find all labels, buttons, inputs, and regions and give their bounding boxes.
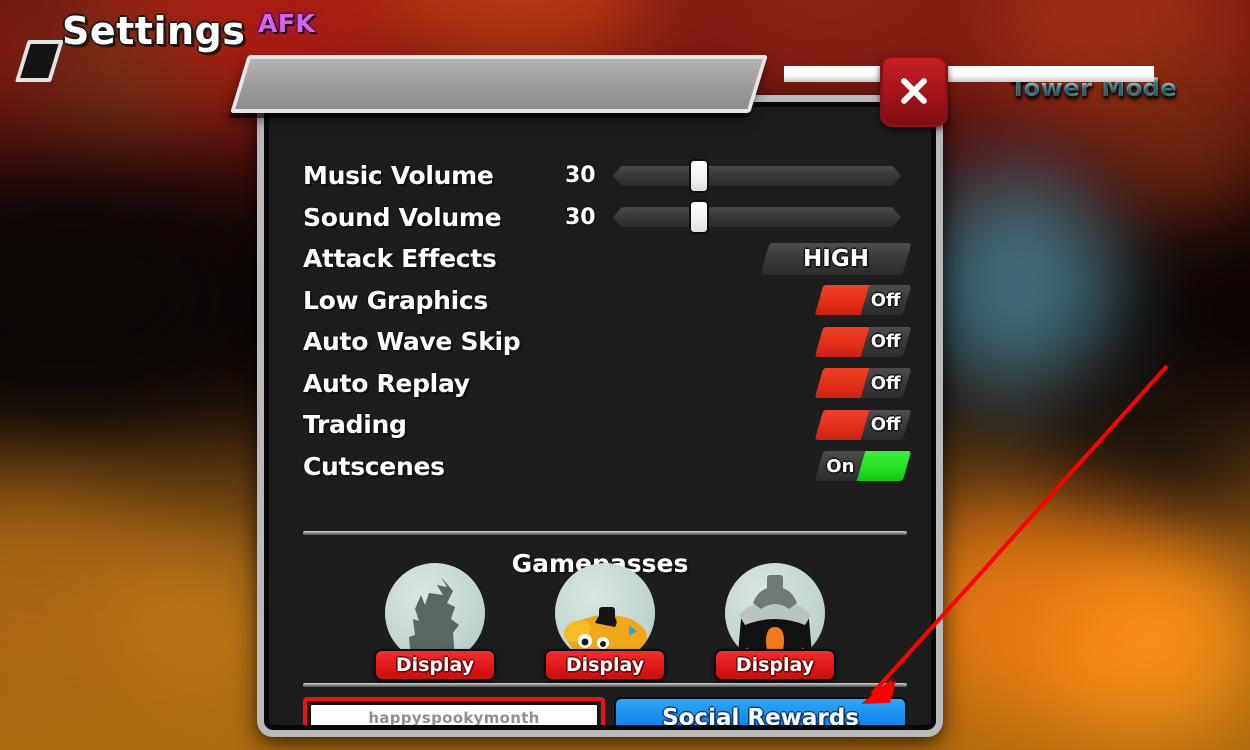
code-input-placeholder: happyspookymonth: [368, 709, 540, 727]
toggle-fill: [814, 285, 870, 316]
window-title-banner: [230, 55, 768, 113]
sound-volume-value: 30: [565, 204, 596, 230]
setting-label: Sound Volume: [303, 202, 502, 232]
section-divider-top: [303, 531, 907, 535]
gamepass-display-button[interactable]: Display: [714, 649, 836, 681]
setting-row-sound-volume: Sound Volume 30: [303, 197, 907, 239]
slider-knob[interactable]: [689, 158, 709, 193]
setting-row-auto-wave-skip: Auto Wave Skip Off: [303, 321, 912, 363]
setting-label: Cutscenes: [303, 451, 445, 481]
auto-replay-toggle[interactable]: Off: [814, 368, 912, 399]
setting-row-low-graphics: Low Graphics Off: [303, 280, 912, 322]
toggle-state-label: Off: [870, 289, 901, 311]
slider-track: [613, 165, 901, 186]
title-white-strip: [784, 66, 1154, 82]
toggle-fill: [814, 368, 870, 399]
settings-window: Music Volume 30 Sound Volume 30 Attack E…: [257, 66, 1154, 737]
setting-row-music-volume: Music Volume 30: [303, 155, 907, 197]
code-input-highlight: happyspookymonth: [303, 697, 605, 727]
section-divider-bottom: [303, 683, 907, 687]
setting-label: Auto Replay: [303, 368, 470, 398]
social-rewards-label: Social Rewards: [662, 705, 859, 730]
setting-label: Auto Wave Skip: [303, 327, 521, 357]
trading-toggle[interactable]: Off: [814, 409, 912, 440]
code-input[interactable]: happyspookymonth: [309, 703, 599, 727]
afk-status-label: AFK: [258, 9, 316, 38]
gamepass-button-label: Display: [565, 654, 645, 676]
setting-row-auto-replay: Auto Replay Off: [303, 363, 912, 405]
setting-label: Trading: [303, 410, 407, 440]
gamepass-item: Display: [374, 563, 496, 681]
gamepass-item: Display: [714, 563, 836, 681]
social-rewards-button[interactable]: Social Rewards: [614, 697, 907, 730]
shadow-figure-icon: [385, 563, 485, 663]
close-button[interactable]: [880, 55, 948, 127]
toggle-fill: [814, 409, 870, 440]
toggle-state-label: Off: [870, 331, 901, 353]
setting-label: Music Volume: [303, 161, 494, 191]
auto-wave-skip-toggle[interactable]: Off: [814, 326, 912, 357]
gamepass-button-label: Display: [735, 654, 815, 676]
bottom-action-bar: happyspookymonth Social Rewards: [303, 697, 907, 730]
gamepass-display-button[interactable]: Display: [544, 649, 666, 681]
toggle-fill: [856, 451, 912, 482]
sound-volume-slider[interactable]: [613, 200, 901, 235]
setting-row-cutscenes: Cutscenes On: [303, 446, 912, 488]
page-title: Settings: [62, 9, 246, 53]
close-x-icon: [901, 78, 927, 104]
music-volume-slider[interactable]: [613, 158, 901, 193]
dark-crown-creature-icon: [725, 563, 825, 663]
gamepass-button-label: Display: [395, 654, 475, 676]
settings-rows-list: Music Volume 30 Sound Volume 30 Attack E…: [303, 155, 912, 488]
gamepass-display-button[interactable]: Display: [374, 649, 496, 681]
toggle-state-label: Off: [870, 372, 901, 394]
toggle-state-label: Off: [870, 414, 901, 436]
setting-row-attack-effects: Attack Effects HIGH: [303, 238, 912, 280]
setting-label: Attack Effects: [303, 244, 497, 274]
slider-knob[interactable]: [689, 200, 709, 235]
cutscenes-toggle[interactable]: On: [814, 451, 912, 482]
settings-window-inner: Music Volume 30 Sound Volume 30 Attack E…: [264, 102, 936, 730]
yellow-creature-icon: [555, 563, 655, 663]
low-graphics-toggle[interactable]: Off: [814, 285, 912, 316]
music-volume-value: 30: [565, 163, 596, 189]
setting-label: Low Graphics: [303, 285, 488, 315]
attack-effects-value: HIGH: [803, 245, 869, 272]
toggle-state-label: On: [826, 455, 855, 477]
slider-track: [613, 207, 901, 228]
title-banner-shape: [230, 55, 768, 113]
gamepasses-list: Display Display Display: [303, 563, 907, 681]
setting-row-trading: Trading Off: [303, 404, 912, 446]
attack-effects-option-button[interactable]: HIGH: [760, 242, 912, 275]
gamepass-item: Display: [544, 563, 666, 681]
toggle-fill: [814, 326, 870, 357]
